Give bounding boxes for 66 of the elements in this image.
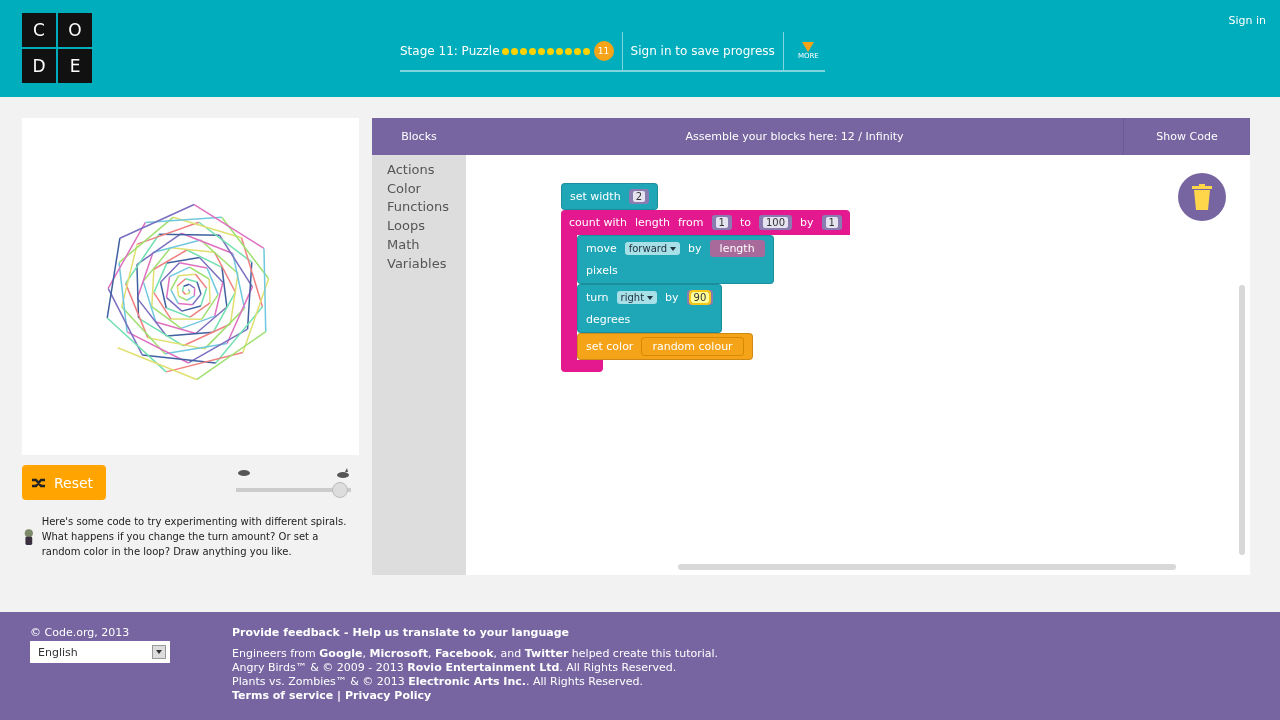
category-item[interactable]: Math bbox=[387, 235, 466, 255]
number-field[interactable]: 90 bbox=[690, 292, 710, 303]
category-item[interactable]: Variables bbox=[387, 254, 466, 274]
level-dot[interactable] bbox=[501, 47, 509, 55]
translate-link[interactable]: Help us translate to your language bbox=[352, 626, 569, 639]
credit-line: Terms of service | Privacy Policy bbox=[232, 689, 433, 703]
caret-icon bbox=[156, 650, 162, 654]
credit-line: Angry Birds™ & © 2009 - 2013 Rovio Entertainment Ltd. All Rights Reserved. bbox=[232, 661, 678, 675]
block-label: from bbox=[677, 216, 704, 229]
block-label: set color bbox=[586, 340, 634, 353]
feedback-link[interactable]: Provide feedback bbox=[232, 626, 340, 639]
block-label: by bbox=[688, 242, 702, 255]
block-label: move bbox=[586, 242, 617, 255]
number-field[interactable]: 2 bbox=[632, 191, 645, 202]
language-select[interactable]: English bbox=[30, 641, 170, 663]
block-label: by bbox=[800, 216, 814, 229]
dropdown-field[interactable]: right bbox=[616, 291, 658, 304]
level-dot[interactable] bbox=[528, 47, 536, 55]
number-field[interactable]: 1 bbox=[715, 217, 728, 228]
category-item[interactable]: Loops bbox=[387, 217, 466, 236]
instructions-text: Here's some code to try experimenting with different spirals. What happens if you change the turn amount? Or set a random color in the loop? Draw anything you like. bbox=[41, 515, 348, 559]
scrollbar[interactable] bbox=[1239, 285, 1245, 555]
logo[interactable]: C O D E bbox=[22, 13, 92, 83]
block-label: count with bbox=[569, 216, 627, 229]
copyright-text: © Code.org, 2013 bbox=[30, 626, 131, 639]
block-label: length bbox=[634, 216, 670, 229]
rabbit-icon bbox=[335, 467, 351, 478]
level-dot[interactable] bbox=[519, 47, 527, 55]
loop-block[interactable]: count with length from 1 to 100 by 1 bbox=[561, 210, 850, 235]
separator: - bbox=[343, 626, 349, 639]
block-label: to bbox=[739, 216, 751, 229]
credit-line: Engineers from Google, Microsoft, Facebook, and Twitter helped create this tutorial. bbox=[232, 647, 719, 661]
workspace-header: Assemble your blocks here: 12 / Infinity bbox=[684, 130, 905, 143]
number-field[interactable]: 100 bbox=[762, 217, 789, 228]
level-dot[interactable] bbox=[546, 47, 554, 55]
level-dot[interactable] bbox=[510, 47, 518, 55]
block-label: by bbox=[665, 291, 679, 304]
shuffle-icon bbox=[32, 476, 46, 489]
caret-icon bbox=[647, 295, 654, 300]
category-item[interactable]: Functions bbox=[387, 198, 466, 218]
caret-icon bbox=[670, 246, 677, 251]
level-dot[interactable] bbox=[573, 47, 581, 55]
variable-block[interactable]: length bbox=[709, 240, 765, 257]
scrollbar[interactable] bbox=[678, 564, 1176, 570]
category-item[interactable]: Actions bbox=[387, 161, 466, 180]
number-field[interactable]: 1 bbox=[825, 217, 838, 228]
toolbox-header: Blocks bbox=[400, 130, 438, 143]
slider-thumb[interactable] bbox=[332, 481, 348, 498]
level-dot[interactable] bbox=[564, 47, 572, 55]
trash-icon bbox=[1192, 184, 1212, 210]
block-label: set width bbox=[570, 190, 621, 203]
triangle-icon bbox=[802, 42, 815, 52]
level-dot[interactable] bbox=[555, 47, 563, 55]
code-block[interactable]: set width 2 bbox=[561, 183, 658, 210]
block-label: degrees bbox=[586, 313, 631, 326]
turtle-icon bbox=[236, 467, 252, 476]
block-label: pixels bbox=[586, 264, 618, 277]
trash-button[interactable] bbox=[1178, 173, 1226, 221]
loop-end bbox=[561, 360, 603, 372]
category-item[interactable]: Color bbox=[387, 179, 466, 199]
credit-line: Plants vs. Zombies™ & © 2013 Electronic Arts Inc.. All Rights Reserved. bbox=[232, 675, 644, 689]
stage-label: Stage 11: Puzzle bbox=[400, 44, 500, 58]
dropdown-field[interactable]: forward bbox=[624, 242, 681, 255]
level-dot[interactable] bbox=[582, 47, 590, 55]
block-label: turn bbox=[586, 291, 609, 304]
level-dot[interactable] bbox=[537, 47, 545, 55]
